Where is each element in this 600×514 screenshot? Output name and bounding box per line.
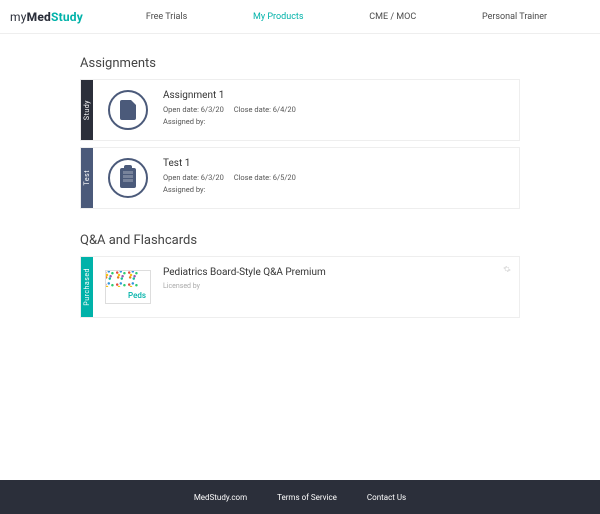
nav-personal-trainer[interactable]: Personal Trainer — [482, 12, 547, 22]
rail-test-label: Test — [83, 170, 91, 185]
rail-purchased: Purchased — [81, 257, 93, 317]
product-licensed-by: Licensed by — [163, 282, 513, 290]
rail-study: Study — [81, 80, 93, 140]
rail-study-label: Study — [83, 100, 91, 120]
footer-link-tos[interactable]: Terms of Service — [277, 493, 337, 502]
assignment-assigned-by: Assigned by: — [163, 117, 513, 126]
test-dates: Open date: 6/3/20 Close date: 6/5/20 — [163, 173, 513, 182]
footer-link-site[interactable]: MedStudy.com — [194, 493, 247, 502]
test-close-date: Close date: 6/5/20 — [234, 173, 296, 182]
assignment-open-date: Open date: 6/3/20 — [163, 105, 224, 114]
circle-outline — [108, 90, 148, 130]
brand-med: Med — [27, 10, 51, 24]
assignment-title: Assignment 1 — [163, 90, 513, 101]
top-bar: myMedStudy Free Trials My Products CME /… — [0, 0, 600, 34]
test-card[interactable]: Test Test 1 Open date: 6/3/20 Close date… — [80, 147, 520, 209]
section-title-assignments: Assignments — [80, 56, 520, 71]
test-info: Test 1 Open date: 6/3/20 Close date: 6/5… — [163, 148, 519, 208]
section-title-qanda: Q&A and Flashcards — [80, 233, 520, 248]
brand-logo[interactable]: myMedStudy — [10, 10, 83, 24]
gear-icon[interactable] — [503, 265, 511, 273]
product-info: Pediatrics Board-Style Q&A Premium Licen… — [163, 257, 519, 317]
peds-cover: Peds — [105, 270, 151, 304]
product-title: Pediatrics Board-Style Q&A Premium — [163, 267, 513, 278]
assignment-thumb — [93, 80, 163, 140]
rail-purchased-label: Purchased — [83, 268, 91, 306]
test-title: Test 1 — [163, 158, 513, 169]
assignment-close-date: Close date: 6/4/20 — [234, 105, 296, 114]
assignment-info: Assignment 1 Open date: 6/3/20 Close dat… — [163, 80, 519, 140]
brand-my: my — [10, 10, 27, 24]
brand-study: Study — [51, 10, 83, 24]
primary-nav: Free Trials My Products CME / MOC Person… — [113, 12, 580, 22]
rail-test: Test — [81, 148, 93, 208]
test-open-date: Open date: 6/3/20 — [163, 173, 224, 182]
nav-free-trials[interactable]: Free Trials — [146, 12, 187, 22]
circle-outline — [108, 158, 148, 198]
assignment-card[interactable]: Study Assignment 1 Open date: 6/3/20 Clo… — [80, 79, 520, 141]
footer: MedStudy.com Terms of Service Contact Us — [0, 480, 600, 514]
document-icon — [120, 100, 136, 120]
nav-cme-moc[interactable]: CME / MOC — [369, 12, 416, 22]
product-thumb: Peds — [93, 257, 163, 317]
clipboard-icon — [120, 168, 136, 188]
main-content: Assignments Study Assignment 1 Open date… — [80, 34, 520, 466]
footer-link-contact[interactable]: Contact Us — [367, 493, 406, 502]
test-thumb — [93, 148, 163, 208]
assignment-dates: Open date: 6/3/20 Close date: 6/4/20 — [163, 105, 513, 114]
peds-cover-label: Peds — [128, 291, 146, 300]
peds-confetti — [105, 270, 140, 287]
test-assigned-by: Assigned by: — [163, 185, 513, 194]
product-card[interactable]: Purchased Peds Pediatrics Board-Style Q&… — [80, 256, 520, 318]
nav-my-products[interactable]: My Products — [253, 12, 303, 22]
